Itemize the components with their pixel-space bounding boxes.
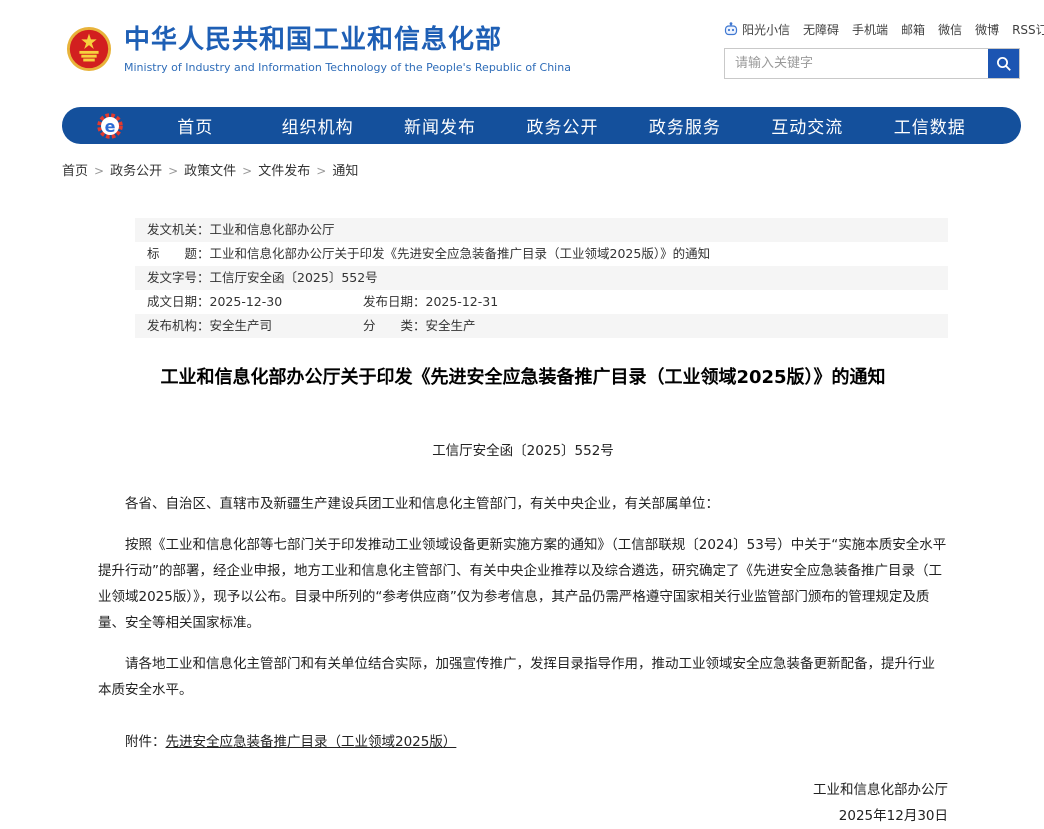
nav-item-interaction[interactable]: 互动交流 xyxy=(746,113,868,138)
meta-value: 2025-12-30 xyxy=(210,294,283,309)
document-number: 工信厅安全函〔2025〕552号 xyxy=(98,439,948,459)
breadcrumb-separator: > xyxy=(94,164,104,178)
body-paragraph-2: 请各地工业和信息化主管部门和有关单位结合实际，加强宣传推广，发挥目录指导作用，推… xyxy=(98,651,948,703)
document-meta-table: 发文机关：工业和信息化部办公厅 标 题：工业和信息化部办公厅关于印发《先进安全应… xyxy=(135,218,948,338)
search-button[interactable] xyxy=(988,49,1019,78)
meta-value: 工业和信息化部办公厅关于印发《先进安全应急装备推广目录（工业领域2025版）》的… xyxy=(210,246,711,261)
salutation: 各省、自治区、直辖市及新疆生产建设兵团工业和信息化主管部门，有关中央企业，有关部… xyxy=(98,491,948,517)
document-title: 工业和信息化部办公厅关于印发《先进安全应急装备推广目录（工业领域2025版）》的… xyxy=(98,365,948,391)
meta-row-issuing-agency: 发文机关：工业和信息化部办公厅 xyxy=(135,218,948,242)
national-emblem-icon xyxy=(66,26,112,72)
nav-item-organization[interactable]: 组织机构 xyxy=(256,113,378,138)
miit-logo-icon: e xyxy=(96,112,124,140)
breadcrumb-separator: > xyxy=(242,164,252,178)
document-body: 各省、自治区、直辖市及新疆生产建设兵团工业和信息化主管部门，有关中央企业，有关部… xyxy=(98,491,948,703)
mascot-icon xyxy=(724,22,738,38)
breadcrumb-home[interactable]: 首页 xyxy=(62,164,88,179)
nav-item-news[interactable]: 新闻发布 xyxy=(379,113,501,138)
meta-label: 发文机关： xyxy=(147,222,210,237)
meta-value: 安全生产司 xyxy=(210,318,273,333)
meta-label: 标 题： xyxy=(147,246,210,261)
nav-item-gov-services[interactable]: 政务服务 xyxy=(624,113,746,138)
breadcrumb-policy-files[interactable]: 政策文件 xyxy=(184,164,236,179)
attachment-line: 附件：先进安全应急装备推广目录（工业领域2025版） xyxy=(98,729,948,755)
utility-link-rss[interactable]: RSS订阅 xyxy=(1012,21,1044,38)
breadcrumb: 首页 > 政务公开 > 政策文件 > 文件发布 > 通知 xyxy=(62,160,358,179)
meta-row-doc-number: 发文字号：工信厅安全函〔2025〕552号 xyxy=(135,266,948,290)
meta-value: 工信厅安全函〔2025〕552号 xyxy=(210,270,378,285)
nav-item-miit-data[interactable]: 工信数据 xyxy=(869,113,991,138)
meta-label: 分 类： xyxy=(363,318,426,333)
utility-link-accessibility[interactable]: 无障碍 xyxy=(803,21,839,38)
nav-items: 首页 组织机构 新闻发布 政务公开 政务服务 互动交流 工信数据 xyxy=(134,113,991,138)
breadcrumb-separator: > xyxy=(316,164,326,178)
meta-label: 成文日期： xyxy=(147,294,210,309)
meta-label: 发布日期： xyxy=(363,294,426,309)
search-input[interactable] xyxy=(725,49,988,78)
utility-link-sunshine[interactable]: 阳光小信 xyxy=(742,21,790,38)
utility-links: 阳光小信 无障碍 手机端 邮箱 微信 微博 RSS订阅 xyxy=(724,21,1044,38)
breadcrumb-file-release[interactable]: 文件发布 xyxy=(258,164,310,179)
utility-link-mail[interactable]: 邮箱 xyxy=(901,21,925,38)
meta-row-title: 标 题：工业和信息化部办公厅关于印发《先进安全应急装备推广目录（工业领域2025… xyxy=(135,242,948,266)
svg-text:e: e xyxy=(105,117,116,136)
signature-block: 工业和信息化部办公厅 2025年12月30日 xyxy=(98,777,948,829)
document-area: 发文机关：工业和信息化部办公厅 标 题：工业和信息化部办公厅关于印发《先进安全应… xyxy=(98,218,948,829)
meta-value: 安全生产 xyxy=(426,318,476,333)
main-nav: e 首页 组织机构 新闻发布 政务公开 政务服务 互动交流 工信数据 xyxy=(62,107,1021,144)
meta-value: 工业和信息化部办公厅 xyxy=(210,222,335,237)
meta-row-dates: 成文日期：2025-12-30 发布日期：2025-12-31 xyxy=(135,290,948,314)
utility-link-wechat[interactable]: 微信 xyxy=(938,21,962,38)
attachment-link[interactable]: 先进安全应急装备推广目录（工业领域2025版） xyxy=(166,734,457,750)
meta-label: 发布机构： xyxy=(147,318,210,333)
meta-label: 发文字号： xyxy=(147,270,210,285)
utility-link-mobile[interactable]: 手机端 xyxy=(852,21,888,38)
signer: 工业和信息化部办公厅 xyxy=(98,777,948,803)
site-logo-area[interactable]: 中华人民共和国工业和信息化部 Ministry of Industry and … xyxy=(66,23,571,74)
attachment-label: 附件： xyxy=(125,734,166,750)
search-icon xyxy=(996,56,1012,72)
site-title: 中华人民共和国工业和信息化部 xyxy=(124,23,571,57)
body-paragraph-1: 按照《工业和信息化部等七部门关于印发推动工业领域设备更新实施方案的通知》（工信部… xyxy=(98,532,948,636)
site-subtitle: Ministry of Industry and Information Tec… xyxy=(124,61,571,74)
breadcrumb-gov-disclosure[interactable]: 政务公开 xyxy=(110,164,162,179)
utility-link-weibo[interactable]: 微博 xyxy=(975,21,999,38)
meta-row-publisher: 发布机构：安全生产司 分 类：安全生产 xyxy=(135,314,948,338)
meta-value: 2025-12-31 xyxy=(426,294,499,309)
nav-item-gov-disclosure[interactable]: 政务公开 xyxy=(501,113,623,138)
breadcrumb-separator: > xyxy=(168,164,178,178)
sign-date: 2025年12月30日 xyxy=(98,803,948,829)
nav-item-home[interactable]: 首页 xyxy=(134,113,256,138)
search-bar xyxy=(724,48,1020,79)
site-header: 中华人民共和国工业和信息化部 Ministry of Industry and … xyxy=(0,0,1044,107)
breadcrumb-notice[interactable]: 通知 xyxy=(332,164,358,179)
